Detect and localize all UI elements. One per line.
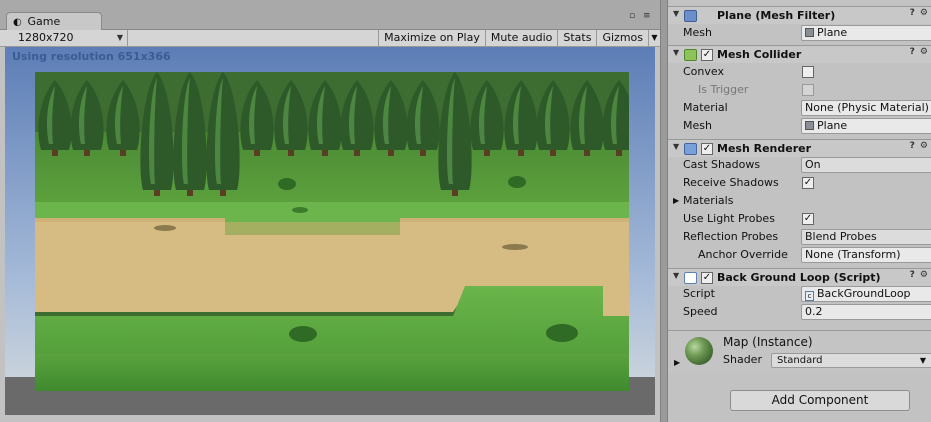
game-toolbar: 1280x720 ▼ Maximize on Play Mute audio S…	[0, 30, 660, 47]
collider-mesh-field[interactable]: Plane	[801, 118, 931, 134]
shader-label: Shader	[723, 353, 762, 366]
field-label: Mesh	[683, 119, 712, 132]
game-viewport[interactable]: Using resolution 651x366	[5, 47, 655, 415]
use-light-probes-row: Use Light Probes ✓	[668, 210, 931, 228]
resolution-dropdown[interactable]: 1280x720 ▼	[8, 30, 128, 46]
script-field[interactable]: c BackGroundLoop	[801, 286, 931, 302]
material-name: Map (Instance)	[723, 335, 813, 349]
anchor-override-field[interactable]: None (Transform)	[801, 247, 931, 263]
field-label: Materials	[683, 194, 734, 207]
resolution-value: 1280x720	[18, 31, 74, 44]
anchor-override-row: Anchor Override None (Transform)	[668, 246, 931, 264]
convex-row: Convex	[668, 63, 931, 81]
mesh-value: Plane	[817, 26, 848, 39]
field-label: Reflection Probes	[683, 230, 779, 243]
component-title: Mesh Renderer	[717, 142, 812, 155]
fold-arrow-icon[interactable]: ▶	[673, 192, 679, 210]
stats-button[interactable]: Stats	[557, 30, 596, 46]
field-label: Mesh	[683, 26, 712, 39]
panel-splitter[interactable]	[660, 0, 668, 422]
receive-shadows-row: Receive Shadows ✓	[668, 174, 931, 192]
collider-mesh-row: Mesh Plane	[668, 117, 931, 135]
component-title: Plane (Mesh Filter)	[717, 9, 836, 22]
shader-value: Standard	[777, 355, 823, 366]
maximize-on-play-button[interactable]: Maximize on Play	[378, 30, 485, 46]
script-component-header[interactable]: ▼ ✓ Back Ground Loop (Script) ? ⚙	[668, 268, 931, 286]
receive-shadows-checkbox[interactable]: ✓	[802, 177, 814, 189]
mesh-icon	[805, 121, 814, 130]
script-enabled-checkbox[interactable]: ✓	[701, 272, 713, 284]
mesh-collider-icon	[684, 49, 697, 61]
material-sphere-icon[interactable]	[685, 337, 713, 365]
gizmos-dropdown-icon[interactable]: ▼	[648, 30, 660, 46]
convex-checkbox[interactable]	[802, 66, 814, 78]
script-file-icon: c	[805, 291, 814, 301]
mute-audio-button[interactable]: Mute audio	[484, 30, 558, 46]
component-settings-icon[interactable]: ? ⚙	[910, 47, 929, 57]
script-icon	[684, 272, 697, 284]
shader-dropdown[interactable]: Standard ▼	[771, 353, 931, 368]
mesh-field[interactable]: Plane	[801, 25, 931, 41]
game-view: ◐ Game ▫ ≡ 1280x720 ▼ Maximize on Play M…	[0, 0, 660, 422]
component-settings-icon[interactable]: ? ⚙	[910, 141, 929, 151]
using-resolution-label: Using resolution 651x366	[12, 50, 171, 63]
add-component-button[interactable]: Add Component	[730, 390, 910, 411]
field-label: Receive Shadows	[683, 176, 779, 189]
is-trigger-checkbox[interactable]	[802, 84, 814, 96]
game-scene	[35, 72, 629, 391]
fold-arrow-icon[interactable]: ▼	[673, 271, 679, 280]
mesh-icon	[805, 28, 814, 37]
fold-arrow-icon[interactable]: ▶	[674, 358, 680, 367]
chevron-down-icon: ▼	[919, 356, 926, 365]
collider-material-row: Material None (Physic Material)	[668, 99, 931, 117]
script-value: BackGroundLoop	[817, 287, 911, 300]
field-label: Convex	[683, 65, 724, 78]
field-label: Cast Shadows	[683, 158, 761, 171]
script-row: Script c BackGroundLoop	[668, 285, 931, 303]
chevron-down-icon: ▼	[116, 33, 123, 42]
component-title: Mesh Collider	[717, 48, 802, 61]
mesh-collider-enabled-checkbox[interactable]: ✓	[701, 49, 713, 61]
component-title: Back Ground Loop (Script)	[717, 271, 881, 284]
physic-material-field[interactable]: None (Physic Material)	[801, 100, 931, 116]
game-tab[interactable]: ◐ Game	[6, 12, 102, 31]
mesh-filter-icon	[684, 10, 697, 22]
field-label: Use Light Probes	[683, 212, 775, 225]
cast-shadows-row: Cast Shadows On	[668, 156, 931, 174]
field-label: Anchor Override	[698, 248, 788, 261]
mesh-renderer-header[interactable]: ▼ ✓ Mesh Renderer ? ⚙	[668, 139, 931, 157]
mesh-renderer-enabled-checkbox[interactable]: ✓	[701, 143, 713, 155]
reflection-probes-dropdown[interactable]: Blend Probes	[801, 229, 931, 245]
game-tab-bar: ◐ Game ▫ ≡	[0, 0, 660, 31]
fold-arrow-icon[interactable]: ▼	[673, 48, 679, 57]
gizmos-button[interactable]: Gizmos	[596, 30, 648, 46]
panel-menu-icon[interactable]: ≡	[643, 11, 653, 21]
game-tab-label: Game	[27, 15, 61, 28]
maximize-icon[interactable]: ▫	[629, 11, 639, 21]
speed-input[interactable]: 0.2	[801, 304, 931, 320]
fold-arrow-icon[interactable]: ▼	[673, 142, 679, 151]
mesh-filter-mesh-row: Mesh Plane	[668, 24, 931, 42]
mesh-renderer-icon	[684, 143, 697, 155]
materials-row[interactable]: ▶ Materials	[668, 192, 931, 210]
inspector-panel: ▼ Plane (Mesh Filter) ? ⚙ Mesh Plane ▼ ✓…	[668, 0, 931, 422]
mesh-collider-header[interactable]: ▼ ✓ Mesh Collider ? ⚙	[668, 45, 931, 63]
is-trigger-row: Is Trigger	[668, 81, 931, 99]
speed-row: Speed 0.2	[668, 303, 931, 321]
fold-arrow-icon[interactable]: ▼	[673, 9, 679, 18]
mesh-value: Plane	[817, 119, 848, 132]
field-label: Material	[683, 101, 728, 114]
component-settings-icon[interactable]: ? ⚙	[910, 8, 929, 18]
component-settings-icon[interactable]: ? ⚙	[910, 270, 929, 280]
reflection-probes-row: Reflection Probes Blend Probes	[668, 228, 931, 246]
mesh-filter-header[interactable]: ▼ Plane (Mesh Filter) ? ⚙	[668, 6, 931, 24]
field-label: Is Trigger	[698, 83, 749, 96]
field-label: Script	[683, 287, 715, 300]
use-light-probes-checkbox[interactable]: ✓	[802, 213, 814, 225]
material-preview: ▶ Map (Instance) Shader Standard ▼	[668, 330, 931, 372]
field-label: Speed	[683, 305, 718, 318]
cast-shadows-dropdown[interactable]: On	[801, 157, 931, 173]
